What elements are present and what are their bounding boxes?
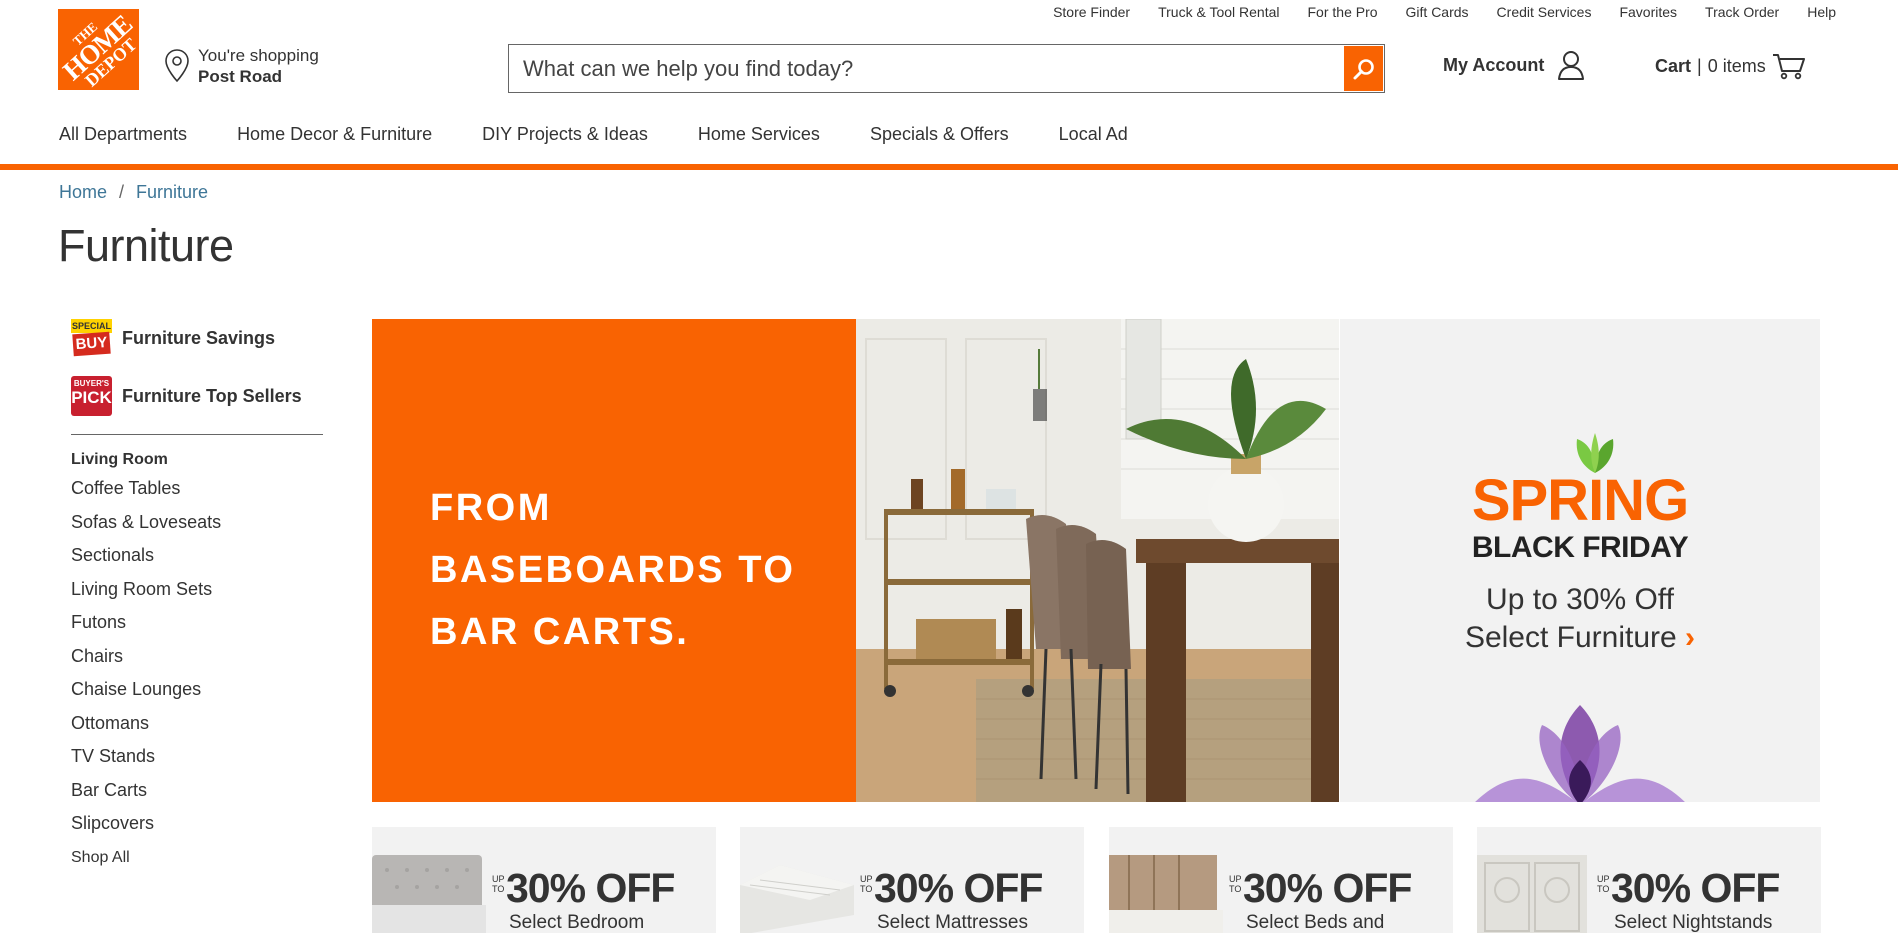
sidebar-divider — [71, 434, 323, 435]
header-divider — [0, 164, 1898, 170]
deal-label: Select Mattresses — [877, 912, 1028, 933]
favorites-link[interactable]: Favorites — [1619, 4, 1677, 20]
breadcrumb-separator: / — [119, 182, 125, 202]
spring-black-friday-promo[interactable]: SPRING BLACK FRIDAY Up to 30% Off Select… — [1340, 319, 1820, 802]
deal-upto: UP TO — [1597, 874, 1610, 894]
home-depot-logo[interactable]: THE HOME DEPOT — [58, 9, 139, 90]
search-input[interactable] — [509, 45, 1343, 92]
nav-home-decor-furniture[interactable]: Home Decor & Furniture — [237, 124, 432, 145]
deal-tile-nightstands[interactable]: UP TO 30% OFF Select Nightstands — [1477, 827, 1821, 933]
cart-button[interactable]: Cart | 0 items — [1655, 52, 1806, 80]
nav-all-departments[interactable]: All Departments — [59, 124, 187, 145]
store-selector[interactable]: You're shopping Post Road — [164, 46, 319, 88]
hero-room-photo[interactable] — [856, 319, 1339, 802]
main-nav: All Departments Home Decor & Furniture D… — [59, 124, 1128, 145]
category-list: Coffee Tables Sofas & Loveseats Sectiona… — [71, 472, 323, 874]
chevron-right-icon: › — [1685, 621, 1696, 654]
bed-image — [372, 855, 486, 933]
deal-percent: 30% OFF — [874, 865, 1043, 911]
breadcrumb: Home / Furniture — [59, 182, 208, 203]
cart-separator: | — [1697, 55, 1702, 76]
cart-icon — [1772, 54, 1805, 80]
category-heading-living-room[interactable]: Living Room — [71, 451, 323, 469]
hero-headline: FROM BASEBOARDS TO BAR CARTS. — [430, 487, 796, 653]
deal-upto: UP TO — [492, 874, 505, 894]
special-buy-badge-icon: SPECIAL BUY — [71, 319, 112, 357]
gift-cards-link[interactable]: Gift Cards — [1406, 4, 1469, 20]
furniture-top-sellers-link[interactable]: BUYER'S PICK Furniture Top Sellers — [71, 376, 323, 416]
promo-offer: Up to 30% Off Select Furniture › — [1340, 581, 1820, 657]
category-coffee-tables[interactable]: Coffee Tables — [71, 472, 323, 506]
help-link[interactable]: Help — [1807, 4, 1836, 20]
truck-tool-rental-link[interactable]: Truck & Tool Rental — [1158, 4, 1279, 20]
furniture-top-sellers-label: Furniture Top Sellers — [122, 385, 302, 406]
deal-upto: UP TO — [1229, 874, 1242, 894]
category-tv-stands[interactable]: TV Stands — [71, 740, 323, 774]
sidebar: SPECIAL BUY Furniture Savings BUYER'S PI… — [71, 318, 323, 874]
breadcrumb-furniture[interactable]: Furniture — [136, 182, 208, 203]
category-futons[interactable]: Futons — [71, 606, 323, 640]
for-the-pro-link[interactable]: For the Pro — [1308, 4, 1378, 20]
flower-decoration-icon — [1475, 705, 1685, 802]
shop-all-link[interactable]: Shop All — [71, 841, 323, 875]
category-sofas-loveseats[interactable]: Sofas & Loveseats — [71, 506, 323, 540]
deal-percent: 30% OFF — [1611, 865, 1780, 911]
deal-upto: UP TO — [860, 874, 873, 894]
store-name: Post Road — [198, 67, 283, 86]
my-account-button[interactable]: My Account — [1443, 50, 1586, 80]
cart-count: 0 items — [1707, 55, 1766, 76]
category-sectionals[interactable]: Sectionals — [71, 539, 323, 573]
utility-nav: Store Finder Truck & Tool Rental For the… — [1053, 4, 1836, 20]
mattress-image — [740, 865, 854, 933]
dining-room-image — [856, 319, 1339, 802]
deal-label: Select Bedroom — [509, 912, 645, 933]
nightstand-image — [1477, 855, 1587, 933]
user-icon — [1558, 51, 1585, 80]
search-icon — [1353, 58, 1374, 79]
store-label: You're shopping — [198, 46, 319, 65]
category-chaise-lounges[interactable]: Chaise Lounges — [71, 673, 323, 707]
search-bar — [508, 44, 1385, 93]
category-chairs[interactable]: Chairs — [71, 640, 323, 674]
deal-tile-mattresses[interactable]: UP TO 30% OFF Select Mattresses — [740, 827, 1084, 933]
nav-home-services[interactable]: Home Services — [698, 124, 820, 145]
breadcrumb-home[interactable]: Home — [59, 182, 107, 203]
store-finder-link[interactable]: Store Finder — [1053, 4, 1130, 20]
furniture-savings-label: Furniture Savings — [122, 327, 276, 348]
bed-frame-image — [1109, 855, 1223, 933]
deal-tile-beds[interactable]: UP TO 30% OFF Select Beds and — [1109, 827, 1453, 933]
deal-percent: 30% OFF — [1243, 865, 1412, 911]
category-slipcovers[interactable]: Slipcovers — [71, 807, 323, 841]
furniture-savings-link[interactable]: SPECIAL BUY Furniture Savings — [71, 318, 323, 358]
promo-subtitle: BLACK FRIDAY — [1471, 531, 1689, 564]
deal-percent: 30% OFF — [506, 865, 675, 911]
category-ottomans[interactable]: Ottomans — [71, 707, 323, 741]
buyers-pick-badge-icon: BUYER'S PICK — [71, 376, 112, 416]
nav-specials-offers[interactable]: Specials & Offers — [870, 124, 1009, 145]
category-living-room-sets[interactable]: Living Room Sets — [71, 573, 323, 607]
promo-offer-line2: Select Furniture — [1464, 621, 1677, 654]
my-account-label: My Account — [1443, 54, 1545, 75]
credit-services-link[interactable]: Credit Services — [1497, 4, 1592, 20]
category-bar-carts[interactable]: Bar Carts — [71, 774, 323, 808]
page-title: Furniture — [58, 220, 234, 271]
promo-title: SPRING — [1471, 468, 1689, 533]
cart-label: Cart — [1655, 55, 1692, 76]
search-button[interactable] — [1344, 46, 1383, 91]
nav-diy-projects[interactable]: DIY Projects & Ideas — [482, 124, 648, 145]
nav-local-ad[interactable]: Local Ad — [1059, 124, 1128, 145]
promo-offer-line1: Up to 30% Off — [1486, 583, 1674, 616]
deal-tile-bedroom[interactable]: UP TO 30% OFF Select Bedroom — [372, 827, 716, 933]
location-pin-icon — [165, 49, 189, 83]
deal-label: Select Beds and — [1246, 912, 1385, 933]
deal-label: Select Nightstands — [1614, 912, 1773, 933]
hero-banner-text[interactable]: FROM BASEBOARDS TO BAR CARTS. — [372, 319, 856, 802]
track-order-link[interactable]: Track Order — [1705, 4, 1779, 20]
